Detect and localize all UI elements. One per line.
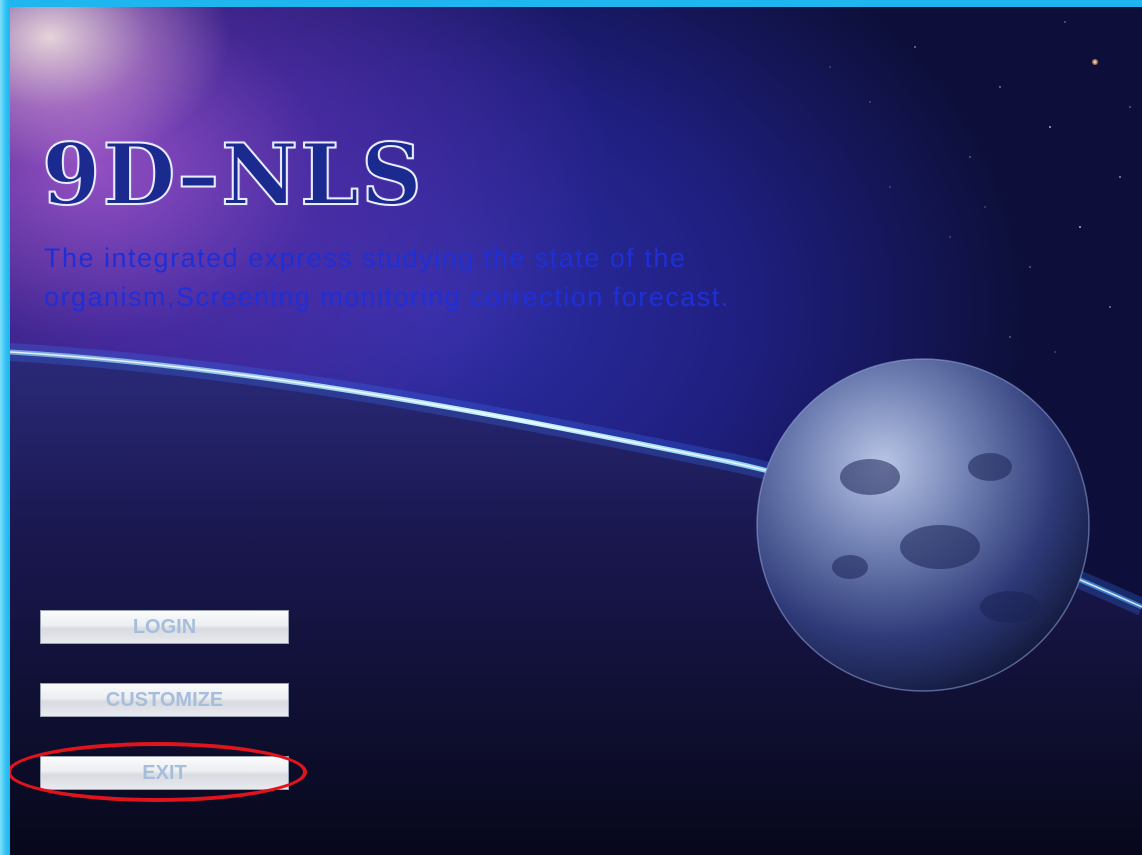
app-subtitle: The integrated express studying the stat… (44, 243, 730, 312)
app-title: 9D–NLS (41, 124, 424, 225)
exit-button[interactable]: EXIT (40, 756, 289, 790)
login-button[interactable]: LOGIN (40, 610, 289, 644)
splash-background: 9D–NLS The integrated express studying t… (10, 7, 1142, 855)
customize-button[interactable]: CUSTOMIZE (40, 683, 289, 717)
